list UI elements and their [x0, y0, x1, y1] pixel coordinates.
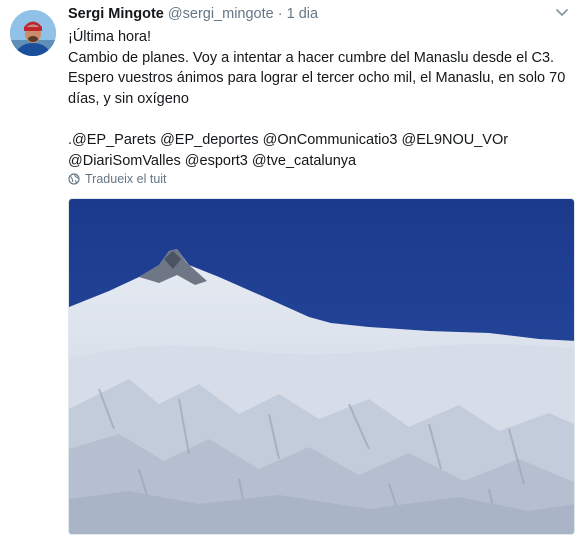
- mentions-line[interactable]: .@EP_Parets @EP_deportes @OnCommunicatio…: [68, 130, 573, 151]
- chevron-down-icon[interactable]: [555, 8, 569, 18]
- tweet-line: Espero vuestros ánimos para lograr el te…: [68, 70, 566, 87]
- translate-tweet-link[interactable]: Tradueix el tuit: [68, 172, 167, 186]
- tweet: Sergi Mingote @sergi_mingote · 1 dia ¡Úl…: [0, 0, 583, 544]
- tweet-header: Sergi Mingote @sergi_mingote · 1 dia: [68, 5, 318, 23]
- avatar-image: [10, 10, 56, 56]
- mountain-photo: [69, 199, 574, 534]
- timestamp[interactable]: 1 dia: [287, 6, 318, 22]
- tweet-line: ¡Última hora!: [68, 29, 151, 45]
- tweet-text: ¡Última hora! Cambio de planes. Voy a in…: [68, 27, 573, 171]
- translate-label: Tradueix el tuit: [85, 172, 167, 186]
- avatar[interactable]: [10, 10, 56, 56]
- separator-dot: ·: [277, 6, 283, 22]
- globe-icon: [68, 173, 80, 185]
- mentions-line[interactable]: @DiariSomValles @esport3 @tve_catalunya: [68, 151, 573, 172]
- display-name[interactable]: Sergi Mingote: [68, 6, 164, 22]
- username-handle[interactable]: @sergi_mingote: [168, 6, 274, 22]
- tweet-line: días, y sin oxígeno: [68, 90, 189, 107]
- tweet-photo[interactable]: [68, 198, 575, 535]
- tweet-line: Cambio de planes. Voy a intentar a hacer…: [68, 49, 555, 66]
